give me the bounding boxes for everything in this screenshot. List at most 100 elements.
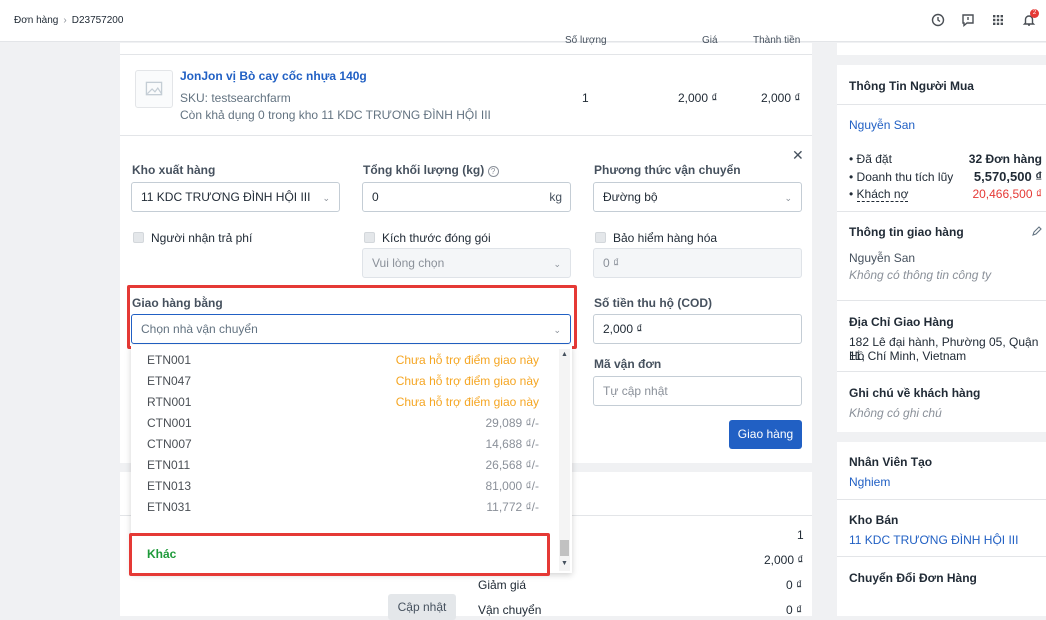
note-value: Không có ghi chú bbox=[849, 406, 942, 420]
orders-label-text: Đã đặt bbox=[856, 152, 892, 166]
cod-input[interactable]: 2,000 ₫ bbox=[593, 314, 802, 344]
image-placeholder-icon bbox=[145, 81, 163, 96]
store-value[interactable]: 11 KDC TRƯƠNG ĐÌNH HỘI III bbox=[849, 533, 1018, 547]
payer-checkbox[interactable] bbox=[133, 232, 144, 243]
divider bbox=[120, 135, 812, 136]
carrier-option-value: 81,000 ₫/- bbox=[485, 479, 539, 493]
revenue-value: 5,570,500 ₫ bbox=[973, 169, 1042, 184]
col-total-header: Thành tiền bbox=[753, 35, 801, 46]
package-placeholder: Vui lòng chọn bbox=[372, 256, 445, 270]
divider bbox=[837, 556, 1046, 557]
carrier-option[interactable]: ETN013 81,000 ₫/- bbox=[131, 475, 559, 496]
payer-label: Người nhận trả phí bbox=[151, 231, 253, 245]
warehouse-select[interactable]: 11 KDC TRƯƠNG ĐÌNH HỘI III ⌄ bbox=[131, 182, 340, 212]
method-label: Phương thức vận chuyển bbox=[594, 163, 741, 177]
apps-grid-icon[interactable] bbox=[991, 13, 1005, 27]
discount-value: 0 ₫ bbox=[786, 578, 803, 592]
carrier-option-code: ETN011 bbox=[147, 458, 191, 472]
weight-unit: kg bbox=[549, 190, 562, 204]
delivery-info-title: Thông tin giao hàng bbox=[849, 225, 964, 239]
chevron-down-icon: ⌄ bbox=[322, 193, 330, 203]
clock-icon[interactable] bbox=[931, 13, 945, 27]
carrier-option-value: Chưa hỗ trợ điểm giao này bbox=[395, 395, 539, 409]
staff-title: Nhân Viên Tạo bbox=[849, 455, 933, 469]
revenue-label: • Doanh thu tích lũy bbox=[849, 170, 954, 184]
address-title: Địa Chỉ Giao Hàng bbox=[849, 315, 954, 329]
divider bbox=[837, 371, 1046, 372]
tracking-label: Mã vận đơn bbox=[594, 357, 662, 371]
staff-value[interactable]: Nghiem bbox=[849, 475, 890, 489]
weight-label-text: Tổng khối lượng (kg) bbox=[363, 163, 485, 177]
carrier-option[interactable]: CTN001 29,089 ₫/- bbox=[131, 412, 559, 433]
divider bbox=[120, 54, 812, 55]
update-button[interactable]: Cập nhật bbox=[388, 594, 456, 620]
product-name[interactable]: JonJon vị Bò cay cốc nhựa 140g bbox=[180, 69, 367, 83]
warehouse-value: 11 KDC TRƯƠNG ĐÌNH HỘI III bbox=[141, 190, 311, 204]
ship-button[interactable]: Giao hàng bbox=[729, 420, 802, 449]
delivery-company: Không có thông tin công ty bbox=[849, 268, 992, 282]
chevron-down-icon: ⌄ bbox=[784, 193, 792, 203]
cod-value: 2,000 ₫ bbox=[603, 322, 643, 336]
sidebar-top-card bbox=[837, 43, 1046, 55]
breadcrumb-root[interactable]: Đơn hàng bbox=[14, 15, 58, 26]
carrier-option[interactable]: ETN011 26,568 ₫/- bbox=[131, 454, 559, 475]
carrier-option-code: RTN001 bbox=[147, 395, 192, 409]
carrier-option-code: CTN007 bbox=[147, 437, 192, 451]
breadcrumb-current: D23757200 bbox=[71, 15, 124, 26]
cod-label: Số tiền thu hộ (COD) bbox=[594, 296, 712, 310]
convert-title[interactable]: Chuyển Đổi Đơn Hàng bbox=[849, 571, 977, 585]
carrier-option-value: 26,568 ₫/- bbox=[485, 458, 539, 472]
orders-label: • Đã đặt bbox=[849, 152, 892, 166]
buyer-name[interactable]: Nguyễn San bbox=[849, 118, 915, 132]
carrier-option-value: 14,688 ₫/- bbox=[485, 437, 539, 451]
chevron-right-icon: › bbox=[63, 15, 67, 26]
carrier-option[interactable]: ETN001 Chưa hỗ trợ điểm giao này bbox=[131, 349, 559, 370]
discount-label: Giảm giá bbox=[478, 578, 527, 592]
insurance-label: Bảo hiểm hàng hóa bbox=[613, 231, 718, 245]
carrier-option[interactable]: RTN001 Chưa hỗ trợ điểm giao này bbox=[131, 391, 559, 412]
debt-value: 20,466,500 ₫ bbox=[972, 187, 1042, 201]
staff-card: Nhân Viên Tạo Nghiem Kho Bán 11 KDC TRƯƠ… bbox=[837, 442, 1046, 616]
col-qty-header: Số lượng bbox=[565, 35, 607, 46]
product-sku: SKU: testsearchfarm bbox=[180, 91, 291, 105]
weight-input[interactable]: 0 kg bbox=[362, 182, 571, 212]
divider bbox=[837, 499, 1046, 500]
carrier-option-value: 29,089 ₫/- bbox=[485, 416, 539, 430]
carrier-option-code: ETN001 bbox=[147, 353, 192, 367]
product-total: 2,000 ₫ bbox=[761, 91, 801, 105]
carrier-option[interactable]: ETN031 11,772 ₫/- bbox=[131, 496, 559, 517]
carrier-option-value: 11,772 ₫/- bbox=[486, 500, 539, 514]
carrier-option[interactable]: ETN047 Chưa hỗ trợ điểm giao này bbox=[131, 370, 559, 391]
notification-badge: 2 bbox=[1030, 9, 1039, 18]
address-line-2: Hồ Chí Minh, Vietnam bbox=[849, 349, 967, 363]
top-bar: Đơn hàng › D23757200 2 bbox=[0, 0, 1046, 42]
carrier-option-value: Chưa hỗ trợ điểm giao này bbox=[395, 374, 539, 388]
package-checkbox[interactable] bbox=[364, 232, 375, 243]
carrier-option[interactable]: CTN007 14,688 ₫/- bbox=[131, 433, 559, 454]
method-select[interactable]: Đường bộ ⌄ bbox=[593, 182, 802, 212]
insurance-placeholder: 0 ₫ bbox=[603, 256, 620, 270]
scroll-down-icon[interactable]: ▼ bbox=[561, 560, 568, 567]
feedback-icon[interactable] bbox=[961, 13, 975, 27]
help-icon[interactable]: ? bbox=[487, 166, 499, 177]
weight-value: 0 bbox=[372, 190, 379, 204]
edit-icon[interactable] bbox=[1031, 226, 1042, 237]
dropdown-scrollbar[interactable]: ▲ ▼ bbox=[559, 349, 570, 571]
highlight-box-carrier bbox=[127, 285, 577, 349]
carrier-option-code: ETN047 bbox=[147, 374, 192, 388]
revenue-label-text: Doanh thu tích lũy bbox=[856, 170, 954, 184]
delivery-name: Nguyễn San bbox=[849, 251, 916, 265]
customer-card: Thông Tin Người Mua Nguyễn San • Đã đặt … bbox=[837, 65, 1046, 432]
product-thumbnail bbox=[135, 70, 173, 108]
package-select[interactable]: Vui lòng chọn ⌄ bbox=[362, 248, 571, 278]
debt-label-text[interactable]: Khách nợ bbox=[856, 187, 909, 202]
insurance-input[interactable]: 0 ₫ bbox=[593, 248, 802, 278]
method-value: Đường bộ bbox=[603, 190, 658, 204]
scrollbar-thumb[interactable] bbox=[560, 540, 569, 556]
tracking-input[interactable]: Tự cập nhật bbox=[593, 376, 802, 406]
scroll-up-icon[interactable]: ▲ bbox=[561, 351, 568, 358]
shipping-fee-label: Vận chuyển bbox=[478, 603, 542, 617]
close-icon[interactable]: ✕ bbox=[792, 147, 804, 164]
insurance-checkbox[interactable] bbox=[595, 232, 606, 243]
tracking-placeholder: Tự cập nhật bbox=[603, 384, 668, 398]
